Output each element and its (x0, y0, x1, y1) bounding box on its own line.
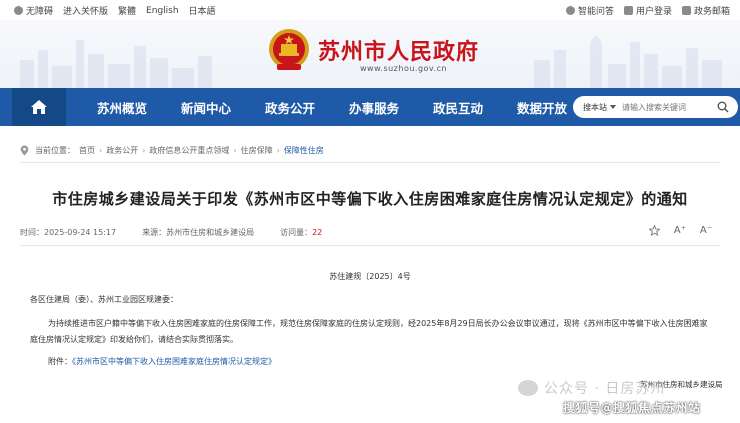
breadcrumb-key-areas[interactable]: 政府信息公开重点领域 (149, 145, 229, 156)
attachment: 附件：《苏州市区中等偏下收入住房困难家庭住房情况认定规定》 (48, 354, 276, 370)
article-source: 来源：苏州市住房和城乡建设局 (142, 228, 255, 237)
search-input[interactable] (622, 102, 710, 112)
attachment-label: 附件： (48, 357, 72, 366)
breadcrumb-prefix: 当前位置： (35, 145, 75, 155)
home-button[interactable] (12, 88, 66, 126)
article-meta: 时间：2025-09-24 15:17 来源：苏州市住房和城乡建设局 访问量：2… (20, 225, 720, 238)
skyline-left-illustration (20, 40, 212, 88)
search-box: 搜本站 (573, 96, 738, 118)
smart-qa-link[interactable]: 智能问答 (565, 4, 614, 17)
site-header: 苏州市人民政府 www.suzhou.gov.cn (0, 20, 740, 88)
utility-links-right: 智能问答 用户登录 政务邮箱 (565, 4, 730, 17)
utility-links-left: 无障碍 进入关怀版 繁體 English 日本語 (14, 4, 216, 17)
english-link[interactable]: English (146, 6, 179, 16)
location-pin-icon (20, 145, 29, 155)
breadcrumb: 当前位置： 首页 › 政务公开 › 政府信息公开重点领域 › 住房保障 › 保障… (20, 140, 720, 160)
nav-item-suzhou-overview[interactable]: 苏州概览 (80, 98, 164, 117)
traditional-chinese-link[interactable]: 繁體 (118, 4, 136, 17)
meta-divider (20, 245, 720, 246)
site-title: 苏州市人民政府 (318, 40, 480, 65)
user-icon (623, 6, 633, 15)
care-mode-link[interactable]: 进入关怀版 (63, 4, 108, 17)
breadcrumb-affordable-housing[interactable]: 保障性住房 (284, 145, 324, 156)
chevron-down-icon (610, 105, 616, 109)
body-line: 庭住房情况认定规定》印发给你们，请结合实际贯彻落实。 (30, 335, 238, 344)
article-body: 为持续推进市区户籍中等偏下收入住房困难家庭的住房保障工作，规范住房保障家庭的住房… (30, 316, 730, 348)
body-line: 为持续推进市区户籍中等偏下收入住房困难家庭的住房保障工作，规范住房保障家庭的住房… (48, 319, 708, 328)
font-decrease-button[interactable]: A⁻ (700, 225, 712, 236)
home-icon (31, 100, 47, 114)
japanese-link[interactable]: 日本語 (189, 4, 216, 17)
robot-icon (565, 6, 575, 15)
breadcrumb-separator: › (142, 145, 146, 155)
breadcrumb-separator: › (276, 145, 280, 155)
nav-item-open-data[interactable]: 数据开放 (500, 98, 584, 117)
nav-item-interaction[interactable]: 政民互动 (416, 98, 500, 117)
article-tools: A⁺ A⁻ (648, 225, 712, 236)
user-login-link[interactable]: 用户登录 (623, 4, 672, 17)
sohu-watermark: 搜狐号@搜狐焦点苏州站 (563, 401, 701, 415)
view-count: 访问量：22 (280, 228, 323, 237)
publish-time: 时间：2025-09-24 15:17 (20, 228, 117, 237)
breadcrumb-gov-affairs[interactable]: 政务公开 (106, 145, 138, 156)
salutation: 各区住建局（委）、苏州工业园区规建委： (30, 295, 178, 304)
breadcrumb-housing-security[interactable]: 住房保障 (241, 145, 273, 156)
nav-item-gov-affairs[interactable]: 政务公开 (248, 98, 332, 117)
article-title: 市住房城乡建设局关于印发《苏州市区中等偏下收入住房困难家庭住房情况认定规定》的通… (52, 190, 688, 208)
breadcrumb-divider (20, 162, 720, 163)
wechat-icon (518, 380, 538, 396)
gov-mail-link[interactable]: 政务邮箱 (681, 4, 730, 17)
skyline-right-illustration (534, 36, 722, 88)
site-url: www.suzhou.gov.cn (360, 64, 448, 73)
national-emblem-logo (269, 29, 309, 70)
document-number: 苏住建规〔2025〕4号 (329, 272, 411, 281)
search-scope-select[interactable]: 搜本站 (583, 102, 607, 113)
search-icon[interactable] (717, 101, 729, 113)
star-icon[interactable] (648, 225, 660, 236)
breadcrumb-separator: › (233, 145, 237, 155)
mail-icon (681, 6, 691, 15)
attachment-link[interactable]: 《苏州市区中等偏下收入住房困难家庭住房情况认定规定》 (72, 357, 276, 366)
accessibility-link[interactable]: 无障碍 (14, 4, 53, 17)
breadcrumb-separator: › (99, 145, 103, 155)
main-nav: 苏州概览 新闻中心 政务公开 办事服务 政民互动 数据开放 搜本站 (0, 88, 740, 126)
nav-item-services[interactable]: 办事服务 (332, 98, 416, 117)
wechat-watermark: 公众号 · 日房苏州 (518, 378, 665, 398)
breadcrumb-home[interactable]: 首页 (79, 145, 95, 156)
utility-bar: 无障碍 进入关怀版 繁體 English 日本語 智能问答 用户登录 政务邮箱 (0, 0, 740, 20)
nav-item-news-center[interactable]: 新闻中心 (164, 98, 248, 117)
font-increase-button[interactable]: A⁺ (674, 225, 686, 236)
nav-menu: 苏州概览 新闻中心 政务公开 办事服务 政民互动 数据开放 (80, 98, 584, 117)
accessibility-icon (14, 6, 23, 15)
